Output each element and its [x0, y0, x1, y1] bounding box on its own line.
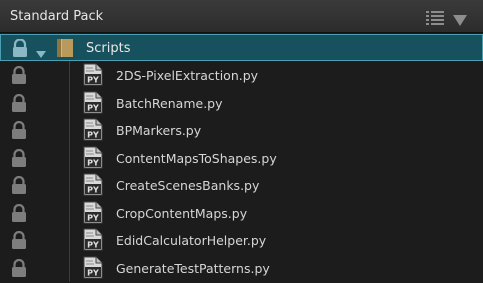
collapse-triangle-icon[interactable] — [453, 12, 467, 31]
tree-folder-scripts[interactable]: Scripts — [0, 34, 483, 61]
python-file-icon: PY — [83, 173, 103, 200]
file-label: GenerateTestPatterns.py — [116, 260, 270, 276]
lock-icon[interactable] — [11, 175, 27, 194]
file-label: CropContentMaps.py — [116, 205, 248, 221]
folder-label: Scripts — [86, 41, 131, 56]
tree-file-row[interactable]: PY BatchRename.py — [0, 89, 483, 116]
python-file-icon: PY — [83, 228, 103, 255]
svg-text:PY: PY — [87, 213, 99, 222]
file-label: BPMarkers.py — [116, 123, 202, 138]
tree-file-row[interactable]: PY CreateScenesBanks.py — [0, 171, 483, 198]
python-file-icon: PY — [83, 91, 103, 118]
lock-icon[interactable] — [11, 120, 27, 139]
script-tree: Scripts PY 2DS-PixelExtraction.py PY BatchR… — [0, 34, 483, 282]
panel-title: Standard Pack — [10, 9, 104, 24]
tree-file-row[interactable]: PY CropContentMaps.py — [0, 199, 483, 226]
svg-text:PY: PY — [87, 268, 99, 277]
svg-text:PY: PY — [87, 131, 99, 140]
tree-file-row[interactable]: PY GenerateTestPatterns.py — [0, 254, 483, 281]
lock-icon[interactable] — [11, 65, 27, 84]
lock-icon[interactable] — [11, 230, 27, 249]
panel-header: Standard Pack — [0, 0, 483, 33]
file-label: EdidCalculatorHelper.py — [116, 233, 267, 248]
lock-icon[interactable] — [11, 38, 27, 57]
svg-text:PY: PY — [87, 103, 99, 112]
lock-icon[interactable] — [11, 93, 27, 112]
tree-file-row[interactable]: PY ContentMapsToShapes.py — [0, 144, 483, 171]
python-file-icon: PY — [83, 256, 103, 283]
lock-icon[interactable] — [11, 203, 27, 222]
python-file-icon: PY — [83, 118, 103, 145]
lock-icon[interactable] — [11, 258, 27, 277]
file-label: BatchRename.py — [116, 95, 223, 111]
lock-icon[interactable] — [11, 148, 27, 167]
list-view-icon[interactable] — [426, 10, 444, 29]
tree-file-row[interactable]: PY 2DS-PixelExtraction.py — [0, 61, 483, 88]
python-file-icon: PY — [83, 63, 103, 90]
file-label: ContentMapsToShapes.py — [116, 150, 277, 166]
folder-icon — [56, 38, 76, 62]
python-file-icon: PY — [83, 201, 103, 228]
svg-text:PY: PY — [87, 241, 99, 250]
file-label: 2DS-PixelExtraction.py — [116, 68, 259, 83]
standard-pack-panel: Standard Pack Scripts PY 2DS-PixelExtrac… — [0, 0, 483, 282]
tree-file-row[interactable]: PY EdidCalculatorHelper.py — [0, 226, 483, 253]
file-label: CreateScenesBanks.py — [116, 178, 260, 193]
tree-file-row[interactable]: PY BPMarkers.py — [0, 116, 483, 143]
python-file-icon: PY — [83, 146, 103, 173]
svg-text:PY: PY — [87, 186, 99, 195]
svg-text:PY: PY — [87, 76, 99, 85]
svg-text:PY: PY — [87, 158, 99, 167]
